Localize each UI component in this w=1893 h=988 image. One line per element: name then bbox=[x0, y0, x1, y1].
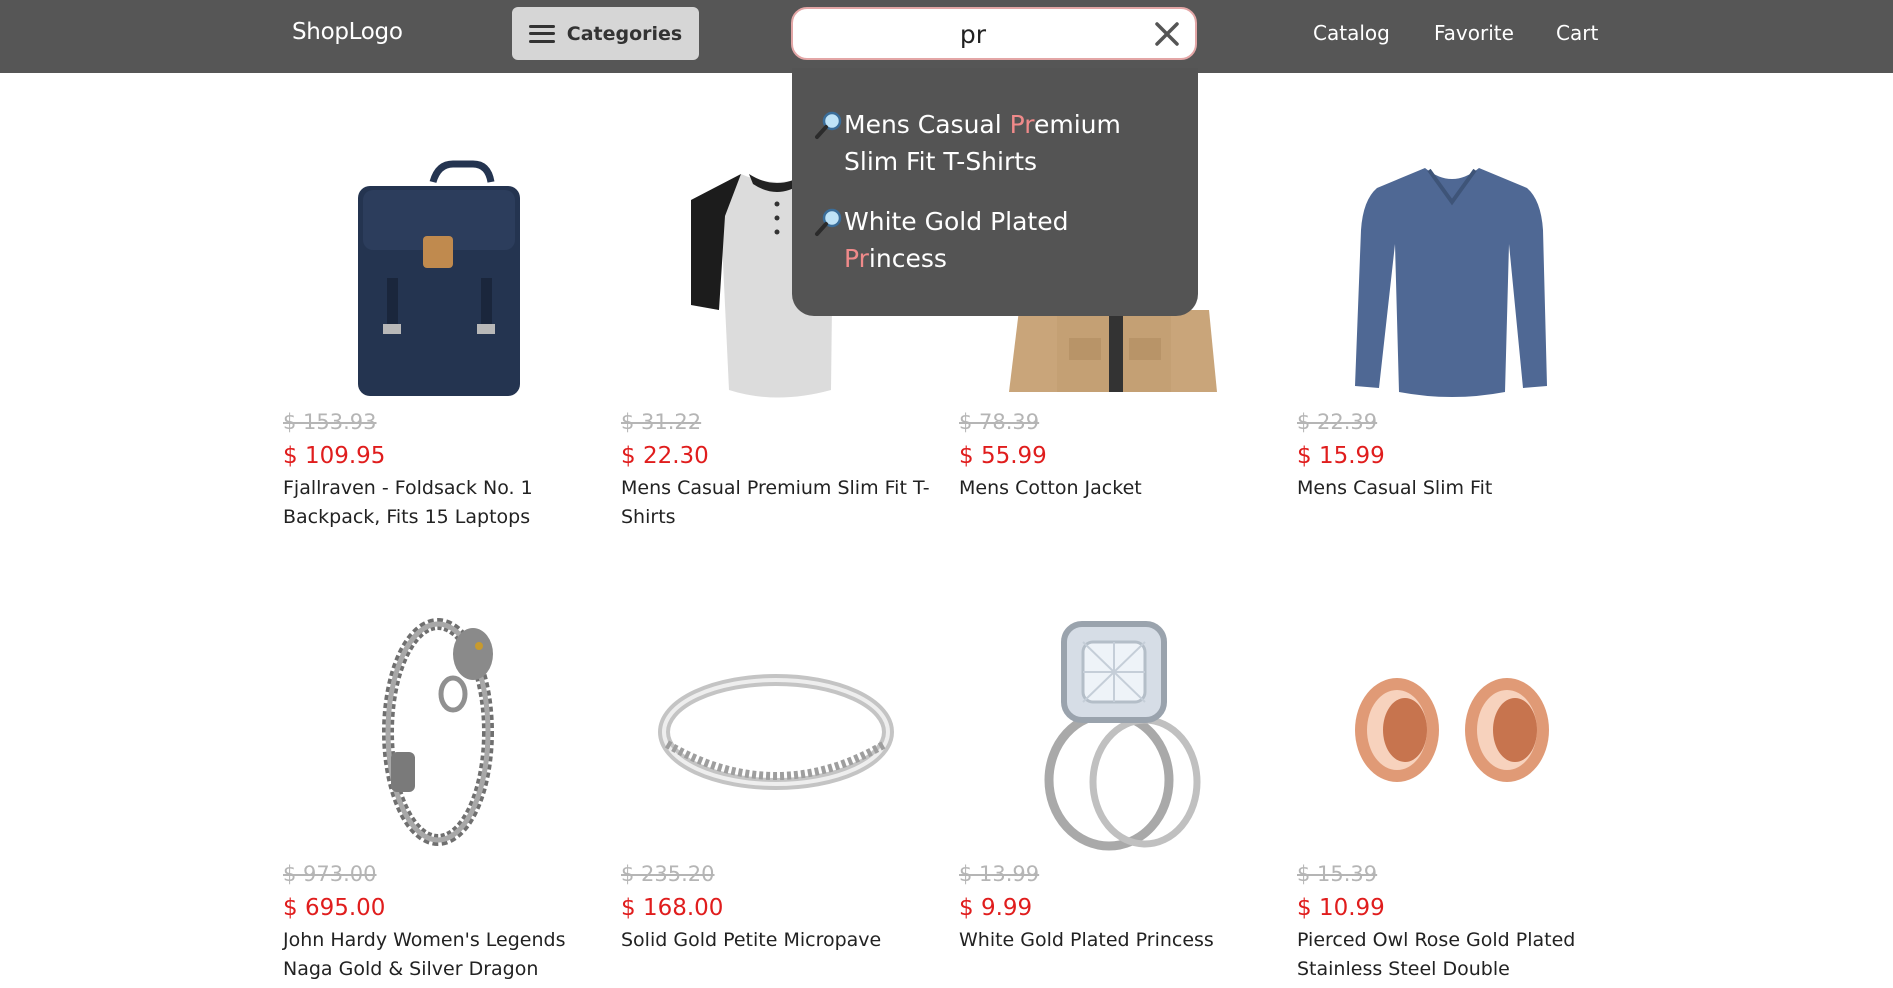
price: $ 695.00 bbox=[283, 895, 386, 921]
product-name[interactable]: John Hardy Women's Legends Naga Gold & S… bbox=[283, 926, 608, 984]
price: $ 168.00 bbox=[621, 895, 724, 921]
old-price: $ 13.99 bbox=[959, 862, 1040, 886]
price: $ 22.30 bbox=[621, 443, 709, 469]
old-price: $ 973.00 bbox=[283, 862, 377, 886]
price: $ 55.99 bbox=[959, 443, 1047, 469]
product-name[interactable]: Mens Casual Slim Fit bbox=[1297, 474, 1622, 503]
nav-catalog[interactable]: Catalog bbox=[1313, 21, 1390, 45]
long-sleeve-shirt-image bbox=[1355, 168, 1547, 397]
suggestion-prefix: White Gold Plated bbox=[844, 207, 1069, 236]
close-icon[interactable] bbox=[1153, 20, 1181, 48]
search-box[interactable] bbox=[791, 7, 1197, 60]
search-input[interactable] bbox=[813, 17, 1133, 51]
categories-label: Categories bbox=[566, 22, 683, 45]
product-name[interactable]: White Gold Plated Princess bbox=[959, 926, 1284, 955]
eternity-ring-image bbox=[658, 674, 894, 790]
suggestion-item[interactable]: White Gold Plated Princess bbox=[814, 203, 1178, 277]
suggestion-match: Pr bbox=[1009, 110, 1034, 139]
magnifier-icon bbox=[815, 111, 842, 139]
nav-favorite[interactable]: Favorite bbox=[1434, 21, 1514, 45]
shop-logo[interactable]: ShopLogo bbox=[292, 19, 403, 45]
backpack-image bbox=[358, 160, 520, 396]
suggestion-prefix: Mens Casual bbox=[844, 110, 1010, 139]
product-name[interactable]: Pierced Owl Rose Gold Plated Stainless S… bbox=[1297, 926, 1622, 984]
search-suggestions: Mens Casual Premium Slim Fit T-Shirts Wh… bbox=[792, 68, 1198, 316]
price: $ 10.99 bbox=[1297, 895, 1385, 921]
old-price: $ 153.93 bbox=[283, 410, 377, 434]
nav-cart[interactable]: Cart bbox=[1556, 21, 1598, 45]
top-header: ShopLogo Categories Catalog Favorite Car… bbox=[0, 0, 1893, 73]
hamburger-icon bbox=[528, 24, 555, 43]
suggestion-suffix: incess bbox=[868, 244, 947, 273]
suggestion-item[interactable]: Mens Casual Premium Slim Fit T-Shirts bbox=[814, 106, 1178, 180]
chain-bracelet-image bbox=[382, 618, 494, 846]
product-name[interactable]: Fjallraven - Foldsack No. 1 Backpack, Fi… bbox=[283, 474, 608, 532]
product-name[interactable]: Mens Casual Premium Slim Fit T-Shirts bbox=[621, 474, 946, 532]
price: $ 15.99 bbox=[1297, 443, 1385, 469]
old-price: $ 78.39 bbox=[959, 410, 1040, 434]
product-name[interactable]: Solid Gold Petite Micropave bbox=[621, 926, 946, 955]
product-name[interactable]: Mens Cotton Jacket bbox=[959, 474, 1284, 503]
old-price: $ 22.39 bbox=[1297, 410, 1378, 434]
suggestion-text: Mens Casual Premium Slim Fit T-Shirts bbox=[844, 106, 1164, 180]
old-price: $ 31.22 bbox=[621, 410, 702, 434]
price: $ 9.99 bbox=[959, 895, 1033, 921]
suggestion-text: White Gold Plated Princess bbox=[844, 203, 1164, 277]
magnifier-icon bbox=[815, 208, 842, 236]
diamond-ring-set-image bbox=[1044, 621, 1201, 851]
rose-gold-plugs-image bbox=[1355, 678, 1549, 782]
categories-button[interactable]: Categories bbox=[512, 7, 699, 60]
old-price: $ 235.20 bbox=[621, 862, 715, 886]
suggestion-match: Pr bbox=[844, 244, 869, 273]
old-price: $ 15.39 bbox=[1297, 862, 1378, 886]
price: $ 109.95 bbox=[283, 443, 386, 469]
